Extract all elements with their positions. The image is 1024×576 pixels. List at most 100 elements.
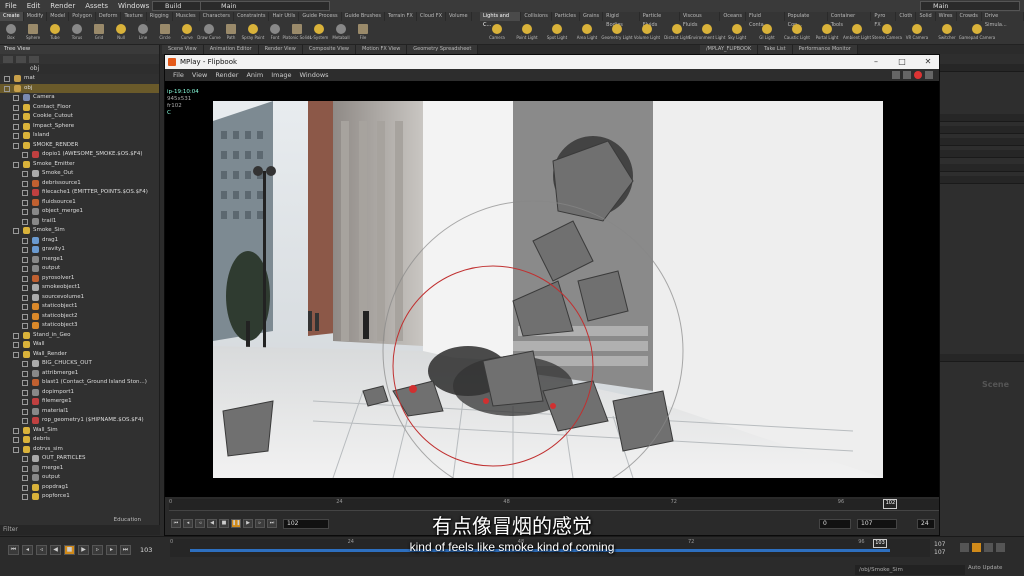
- tree-row[interactable]: mat: [0, 74, 159, 84]
- expand-icon[interactable]: [22, 294, 28, 301]
- tree-row[interactable]: attribmerge1: [0, 369, 159, 379]
- shelf-tool-path[interactable]: Path: [220, 22, 242, 44]
- tree-row[interactable]: BIG_CHUCKS_OUT: [0, 359, 159, 369]
- shelf-tab[interactable]: Grains: [580, 12, 604, 21]
- tree-row[interactable]: Camera: [0, 93, 159, 103]
- expand-icon[interactable]: [22, 313, 28, 320]
- tree-row[interactable]: dopio1 (AWESOME_SMOKE.$OS.$F4): [0, 150, 159, 160]
- shelf-tab[interactable]: Muscles: [173, 12, 200, 21]
- expand-icon[interactable]: [22, 266, 28, 272]
- expand-icon[interactable]: [13, 351, 19, 358]
- forward-icon[interactable]: [16, 55, 26, 63]
- shelf-tab[interactable]: Rigging: [147, 12, 173, 21]
- tree-row[interactable]: sourcevolume1: [0, 293, 159, 303]
- expand-icon[interactable]: [22, 237, 28, 244]
- expand-icon[interactable]: [22, 370, 28, 377]
- settings-icon[interactable]: [925, 71, 933, 79]
- shelf-tool-box[interactable]: Box: [0, 22, 22, 44]
- tree-row[interactable]: fluidsource1: [0, 198, 159, 208]
- shelf-tab[interactable]: Cloth: [896, 12, 917, 21]
- shelf-tab[interactable]: Terrain FX: [385, 12, 417, 21]
- param-row[interactable]: [940, 114, 1024, 122]
- tree-row[interactable]: material1: [0, 407, 159, 417]
- tree-row[interactable]: Smoke_Out: [0, 169, 159, 179]
- expand-icon[interactable]: [13, 228, 19, 234]
- shelf-tool-draw-curve[interactable]: Draw Curve: [197, 22, 221, 44]
- tree-row[interactable]: output: [0, 473, 159, 483]
- shelf-tab[interactable]: Collisions: [521, 12, 552, 21]
- expand-icon[interactable]: [22, 408, 28, 415]
- shelf-tool-switcher[interactable]: Switcher: [932, 22, 962, 44]
- tree-row[interactable]: SMOKE_RENDER: [0, 141, 159, 151]
- shelf-tool-vr-camera[interactable]: VR Camera: [902, 22, 932, 44]
- pane-tab[interactable]: Motion FX View: [356, 45, 408, 54]
- menu-assets[interactable]: Assets: [80, 2, 113, 10]
- pane-tab[interactable]: Scene View: [162, 45, 204, 54]
- network-path[interactable]: obj: [0, 64, 159, 74]
- param-row[interactable]: [940, 126, 1024, 134]
- shelf-tool-camera[interactable]: Camera: [482, 22, 512, 44]
- desktop-select[interactable]: Main: [200, 1, 330, 11]
- shelf-tool-stereo-camera[interactable]: Stereo Camera: [872, 22, 902, 44]
- tree-row[interactable]: rop_geometry1 ($HIPNAME.$OS.$F4): [0, 416, 159, 426]
- expand-icon[interactable]: [4, 85, 10, 92]
- shelf-tool-file[interactable]: File: [352, 22, 374, 44]
- mplay-menu-windows[interactable]: Windows: [296, 71, 333, 79]
- expand-icon[interactable]: [22, 494, 28, 500]
- shelf-tool-line[interactable]: Line: [132, 22, 154, 44]
- tree-row[interactable]: Smoke_Emitter: [0, 160, 159, 170]
- expand-icon[interactable]: [13, 427, 19, 434]
- flipbook-viewport[interactable]: ip-19:10:04 945x531 fr102 C: [165, 81, 939, 509]
- shelf-tool-metaball[interactable]: Metaball: [330, 22, 352, 44]
- shelf-tool-spray-paint[interactable]: Spray Paint: [242, 22, 264, 44]
- expand-icon[interactable]: [22, 399, 28, 405]
- expand-icon[interactable]: [13, 342, 19, 348]
- tree-row[interactable]: staticobject3: [0, 321, 159, 331]
- mplay-menu-view[interactable]: View: [188, 71, 211, 79]
- expand-icon[interactable]: [22, 247, 28, 253]
- close-icon[interactable]: ✕: [917, 55, 939, 69]
- expand-icon[interactable]: [13, 133, 19, 139]
- shelf-tool-geometry-light[interactable]: Geometry Light: [601, 22, 633, 44]
- expand-icon[interactable]: [22, 199, 28, 206]
- expand-icon[interactable]: [22, 323, 28, 329]
- menu-edit[interactable]: Edit: [22, 2, 46, 10]
- tree-row[interactable]: gravity1: [0, 245, 159, 255]
- shelf-tab[interactable]: Cloud FX: [417, 12, 447, 21]
- shelf-tab[interactable]: Fluid Conta...: [746, 12, 785, 28]
- expand-icon[interactable]: [22, 152, 28, 158]
- param-row[interactable]: [940, 150, 1024, 158]
- pane-tab[interactable]: Geometry Spreadsheet: [407, 45, 479, 54]
- shelf-tab[interactable]: Viscous Fluids: [680, 12, 721, 28]
- home-icon[interactable]: [29, 55, 39, 63]
- shelf-tab[interactable]: Guide Process: [299, 12, 342, 21]
- expand-icon[interactable]: [22, 418, 28, 424]
- tree-row[interactable]: Smoke_Sim: [0, 226, 159, 236]
- tree-row[interactable]: object_merge1: [0, 207, 159, 217]
- back-icon[interactable]: [3, 55, 13, 63]
- expand-icon[interactable]: [13, 446, 19, 453]
- mplay-menu-file[interactable]: File: [169, 71, 188, 79]
- shelf-tool-circle[interactable]: Circle: [154, 22, 176, 44]
- tree-row[interactable]: Cookie_Cutout: [0, 112, 159, 122]
- param-row[interactable]: [940, 64, 1024, 72]
- expand-icon[interactable]: [22, 380, 28, 386]
- shelf-tab[interactable]: Oceans: [720, 12, 746, 21]
- shelf-tab[interactable]: Modify: [24, 12, 48, 21]
- tree-row[interactable]: trail1: [0, 217, 159, 227]
- shelf-tool-gamepad-camera[interactable]: Gamepad Camera: [959, 22, 995, 44]
- tree-row[interactable]: dotrvs_sim: [0, 445, 159, 455]
- desktop-select-right[interactable]: Main: [920, 1, 1020, 11]
- shelf-tab[interactable]: Particle Fluids: [640, 12, 680, 28]
- expand-icon[interactable]: [22, 180, 28, 187]
- tree-row[interactable]: debrissource1: [0, 179, 159, 189]
- shelf-tool-sky-light[interactable]: Sky Light: [722, 22, 752, 44]
- shelf-tab[interactable]: Wires: [936, 12, 957, 21]
- shelf-tab[interactable]: Solid: [916, 12, 936, 21]
- shelf-tool-platonic-solids[interactable]: Platonic Solids: [283, 22, 311, 44]
- auto-update-menu[interactable]: Auto Update: [968, 565, 1002, 571]
- expand-icon[interactable]: [22, 389, 28, 396]
- shelf-tab[interactable]: Create: [0, 12, 24, 21]
- tree-row[interactable]: filecache1 (EMITTER_POINTS.$OS.$F4): [0, 188, 159, 198]
- tree-row[interactable]: filemerge1: [0, 397, 159, 407]
